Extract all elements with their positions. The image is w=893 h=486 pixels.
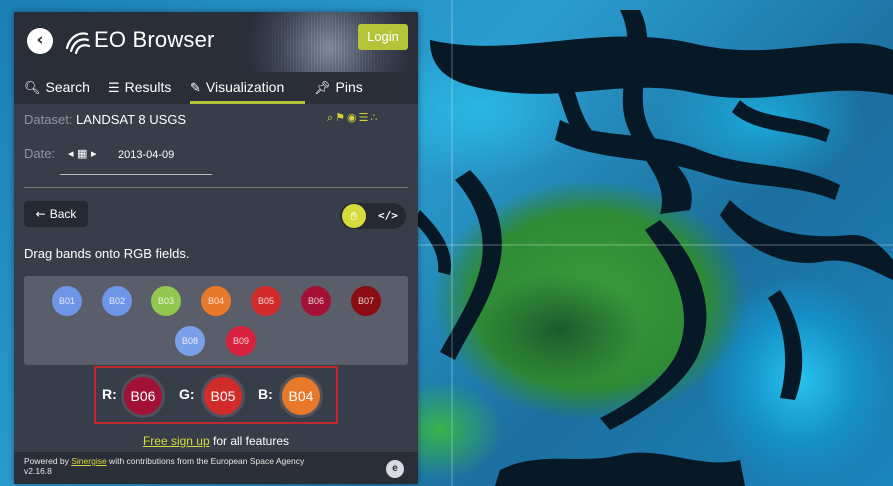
search-icon[interactable]: ⌕	[327, 111, 335, 124]
back-button[interactable]: ← Back	[24, 201, 88, 227]
app-title: EO Browser	[94, 27, 215, 52]
calendar-icon[interactable]: ▦	[77, 147, 87, 160]
date-value[interactable]: 2013-04-09	[118, 149, 174, 161]
mode-toggle[interactable]: ✋︎ </>	[340, 203, 406, 229]
signup-promo: Free sign up for all features	[14, 434, 418, 448]
blue-field[interactable]: B04	[279, 374, 323, 418]
collapse-panel-button[interactable]: ‹	[27, 28, 53, 54]
prev-date-icon[interactable]: ◂	[68, 147, 74, 160]
dataset-actions: ⌕⚑◉☰∴	[327, 111, 380, 125]
rgb-fields: R: B06 G: B05 B: B04	[94, 366, 338, 424]
dataset-row: Dataset: LANDSAT 8 USGS	[24, 112, 186, 127]
code-icon[interactable]: </>	[378, 203, 398, 229]
divider	[24, 187, 408, 188]
credits: Powered by Sinergise with contributions …	[24, 456, 354, 476]
signup-text: for all features	[209, 434, 290, 448]
date-controls: ◂ ▦ ▸	[68, 147, 96, 160]
band-b07[interactable]: B07	[351, 286, 381, 316]
red-field[interactable]: B06	[121, 374, 165, 418]
arrow-left-icon: ←	[35, 207, 46, 221]
sliders-icon[interactable]: ☰	[359, 111, 371, 124]
tab-search[interactable]: 🔍︎ Search	[24, 72, 90, 104]
tab-pins[interactable]: 📌︎ Pins	[314, 72, 363, 104]
pin-icon: 📌︎	[314, 81, 331, 96]
band-b02[interactable]: B02	[102, 286, 132, 316]
app-header: ‹ EO Browser Login	[14, 12, 418, 72]
band-b03[interactable]: B03	[151, 286, 181, 316]
tab-visualization[interactable]: ✎ Visualization	[190, 72, 284, 104]
band-b04[interactable]: B04	[201, 286, 231, 316]
signup-link[interactable]: Free sign up	[143, 434, 210, 448]
date-underline	[60, 174, 212, 175]
band-b08[interactable]: B08	[175, 326, 205, 356]
band-b09[interactable]: B09	[226, 326, 256, 356]
green-label: G:	[179, 386, 195, 402]
instruction-text: Drag bands onto RGB fields.	[24, 246, 190, 261]
tab-results[interactable]: ☰ Results	[108, 72, 171, 104]
tab-label: Pins	[335, 79, 363, 95]
search-icon: 🔍︎	[24, 81, 41, 96]
dataset-label: Dataset:	[24, 112, 73, 127]
credits-suffix: with contributions from the European Spa…	[106, 456, 305, 466]
list-icon: ☰	[108, 81, 120, 96]
tab-bar: 🔍︎ Search ☰ Results ✎ Visualization 📌︎ Pins	[14, 72, 418, 104]
green-field[interactable]: B05	[201, 374, 245, 418]
hand-icon[interactable]: ✋︎	[342, 204, 366, 228]
pin-icon[interactable]: ⚑	[335, 111, 347, 124]
share-icon[interactable]: ∴	[371, 111, 380, 124]
band-b06[interactable]: B06	[301, 286, 331, 316]
eo-browser-logo-icon	[65, 32, 91, 55]
tab-label: Results	[124, 79, 172, 95]
bands-palette: B01 B02 B03 B04 B05 B06 B07 B08 B09	[24, 276, 408, 365]
login-button[interactable]: Login	[358, 24, 408, 50]
back-label: Back	[49, 207, 77, 221]
sidebar-panel: ‹ EO Browser Login 🔍︎ Search ☰ Results ✎ Vi…	[14, 12, 418, 484]
brush-icon: ✎	[190, 81, 201, 96]
date-label: Date:	[24, 146, 56, 161]
footer: Powered by Sinergise with contributions …	[14, 452, 418, 484]
next-date-icon[interactable]: ▸	[91, 147, 97, 160]
active-tab-indicator	[190, 101, 305, 104]
credits-prefix: Powered by	[24, 456, 72, 466]
red-label: R:	[102, 386, 117, 402]
eye-off-icon[interactable]: ◉	[347, 111, 359, 124]
version-label: v2.16.8	[24, 466, 52, 476]
band-b05[interactable]: B05	[251, 286, 281, 316]
tab-label: Search	[45, 79, 90, 95]
band-b01[interactable]: B01	[52, 286, 82, 316]
esa-logo-icon[interactable]: e	[386, 460, 404, 478]
sinergise-link[interactable]: Sinergise	[71, 456, 106, 466]
blue-label: B:	[258, 386, 273, 402]
dataset-value: LANDSAT 8 USGS	[76, 112, 187, 127]
tab-label: Visualization	[205, 79, 285, 95]
